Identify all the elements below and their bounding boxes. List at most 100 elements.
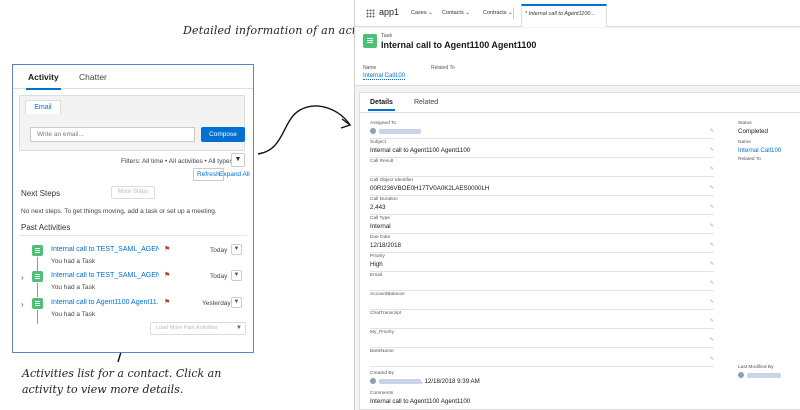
activity-title-link[interactable]: Internal call to Agent1100 Agent11... [51, 299, 159, 306]
field-account-balance: AccountBalance ✎ [370, 292, 714, 310]
name-link[interactable]: Internal Call100 [363, 73, 406, 80]
expand-all-link[interactable]: Expand All [219, 171, 250, 178]
field-value: Internal call to Agent1100 Agent1100 [370, 398, 471, 405]
field-last-modified-by: Last Modified By [738, 365, 800, 383]
user-icon [370, 128, 376, 135]
annotation-activities: Activities list for a contact. Click an … [22, 367, 222, 396]
field-label: BankName [370, 349, 394, 354]
field-created-by: Created By , 12/18/2018 9:39 AM [370, 371, 714, 389]
edit-icon[interactable]: ✎ [710, 318, 714, 324]
tab-internal-call[interactable]: * Internal call to Agent1100... [521, 4, 607, 27]
chevron-down-icon[interactable]: ▼ [231, 297, 242, 308]
divider [19, 235, 247, 236]
app-launcher-icon[interactable] [366, 9, 375, 18]
flag-icon: ⚑ [164, 299, 171, 306]
activity-title-link[interactable]: Internal call to TEST_SAML_AGENT_... [51, 272, 159, 279]
edit-icon[interactable]: ✎ [710, 356, 714, 362]
nav-item-contacts[interactable]: Contacts ⌄ [442, 10, 470, 16]
edit-icon[interactable]: ✎ [710, 261, 714, 267]
tab-details[interactable]: Details [368, 99, 395, 111]
record-type: Task [381, 33, 393, 39]
activity-item[interactable]: Internal call to TEST_SAML_AGENT_... ⚑ T… [13, 242, 253, 271]
field-value: Completed [738, 128, 768, 135]
field-label: Due Date [370, 235, 391, 240]
edit-icon[interactable]: ✎ [710, 299, 714, 305]
next-steps-title: Next Steps [21, 189, 61, 198]
activity-panel: Activity Chatter Email Write an email...… [12, 64, 254, 353]
task-icon [32, 298, 43, 309]
chevron-down-icon[interactable]: ▼ [231, 270, 242, 281]
chevron-right-icon[interactable]: › [21, 300, 24, 309]
flag-icon: ⚑ [164, 246, 171, 253]
task-detail-panel: app1 Cases ⌄ Contacts ⌄ Contracts ⌄ * In… [354, 0, 800, 410]
tab-related[interactable]: Related [414, 99, 438, 106]
field-name: Name Internal Call100 [738, 140, 800, 158]
field-value: High [370, 261, 383, 268]
edit-icon[interactable]: ✎ [710, 128, 714, 134]
chevron-down-icon: ▼ [236, 325, 242, 331]
edit-icon[interactable]: ✎ [710, 185, 714, 191]
field-value: Internal [370, 223, 391, 230]
tab-chatter[interactable]: Chatter [79, 72, 107, 82]
field-label: AccountBalance [370, 292, 405, 297]
edit-icon[interactable]: ✎ [710, 242, 714, 248]
activity-item[interactable]: › Internal call to TEST_SAML_AGENT_... ⚑… [13, 268, 253, 297]
load-more-label: Load More Past Activities [156, 325, 218, 331]
app-name: app1 [379, 7, 400, 17]
record-title: Internal call to Agent1100 Agent1100 [381, 40, 537, 50]
field-value: 2,443 [370, 204, 386, 211]
field-status: Status Completed [738, 121, 800, 139]
nav-item-contracts[interactable]: Contracts ⌄ [483, 10, 513, 16]
nav-label: Contacts [442, 10, 464, 16]
field-value: 12/18/2018 [370, 242, 401, 249]
edit-icon[interactable]: ✎ [710, 204, 714, 210]
activity-date: Yesterday [202, 300, 231, 307]
load-more-button[interactable]: Load More Past Activities ▼ [150, 322, 246, 335]
field-label: Assigned To [370, 121, 397, 126]
field-label: Created By [370, 371, 394, 376]
field-assigned-to: Assigned To ✎ [370, 121, 714, 139]
nav-item-cases[interactable]: Cases ⌄ [411, 10, 433, 16]
task-icon [32, 271, 43, 282]
field-label: Email [370, 273, 382, 278]
edit-icon[interactable]: ✎ [710, 166, 714, 172]
timeline-line [37, 310, 38, 324]
field-label: Call Result [370, 159, 394, 164]
edit-icon[interactable]: ✎ [710, 223, 714, 229]
field-label: Call Duration [370, 197, 398, 202]
field-label: ChatTranscript [370, 311, 402, 316]
chevron-down-icon[interactable]: ▼ [231, 244, 242, 255]
tab-activity[interactable]: Activity [26, 72, 61, 90]
field-value: Internal call to Agent1100 Agent1100 [370, 147, 471, 154]
field-bank-name: BankName ✎ [370, 349, 714, 367]
activity-title-link[interactable]: Internal call to TEST_SAML_AGENT_... [51, 246, 159, 253]
edit-icon[interactable]: ✎ [710, 147, 714, 153]
annotation-detail: Detailed information of an activity [183, 24, 382, 37]
field-chat-transcript: ChatTranscript ✎ [370, 311, 714, 329]
activity-item[interactable]: › Internal call to Agent1100 Agent11... … [13, 295, 253, 324]
field-related-to: Related To [738, 157, 800, 175]
divider [513, 8, 514, 19]
activity-subtitle: You had a Task [51, 311, 96, 318]
no-steps-text: No next steps. To get things moving, add… [21, 208, 217, 215]
field-label: Related To [738, 157, 761, 162]
field-label: Call Object Identifier [370, 178, 414, 183]
name-link[interactable]: Internal Call100 [738, 147, 781, 154]
edit-icon[interactable]: ✎ [710, 337, 714, 343]
more-steps-button[interactable]: More Steps [111, 186, 155, 199]
field-label: Subject [370, 140, 386, 145]
chevron-right-icon[interactable]: › [21, 273, 24, 282]
field-value: 00RI236VBOE0H17TV0A0K2LAES0000LH [370, 185, 490, 192]
tab-email[interactable]: Email [25, 100, 61, 114]
field-value: , 12/18/2018 9:39 AM [370, 378, 480, 385]
active-tab-label: * Internal call to Agent1100... [525, 11, 596, 17]
filter-icon[interactable]: ▼ [231, 153, 245, 167]
field-value[interactable] [370, 128, 421, 135]
email-input[interactable]: Write an email... [30, 127, 195, 142]
field-subject: Subject Internal call to Agent1100 Agent… [370, 140, 714, 158]
field-my-priority: My_Priority ✎ [370, 330, 714, 348]
field-label: Comments [370, 391, 394, 396]
task-icon [32, 245, 43, 256]
edit-icon[interactable]: ✎ [710, 280, 714, 286]
compose-button[interactable]: Compose [201, 127, 245, 142]
